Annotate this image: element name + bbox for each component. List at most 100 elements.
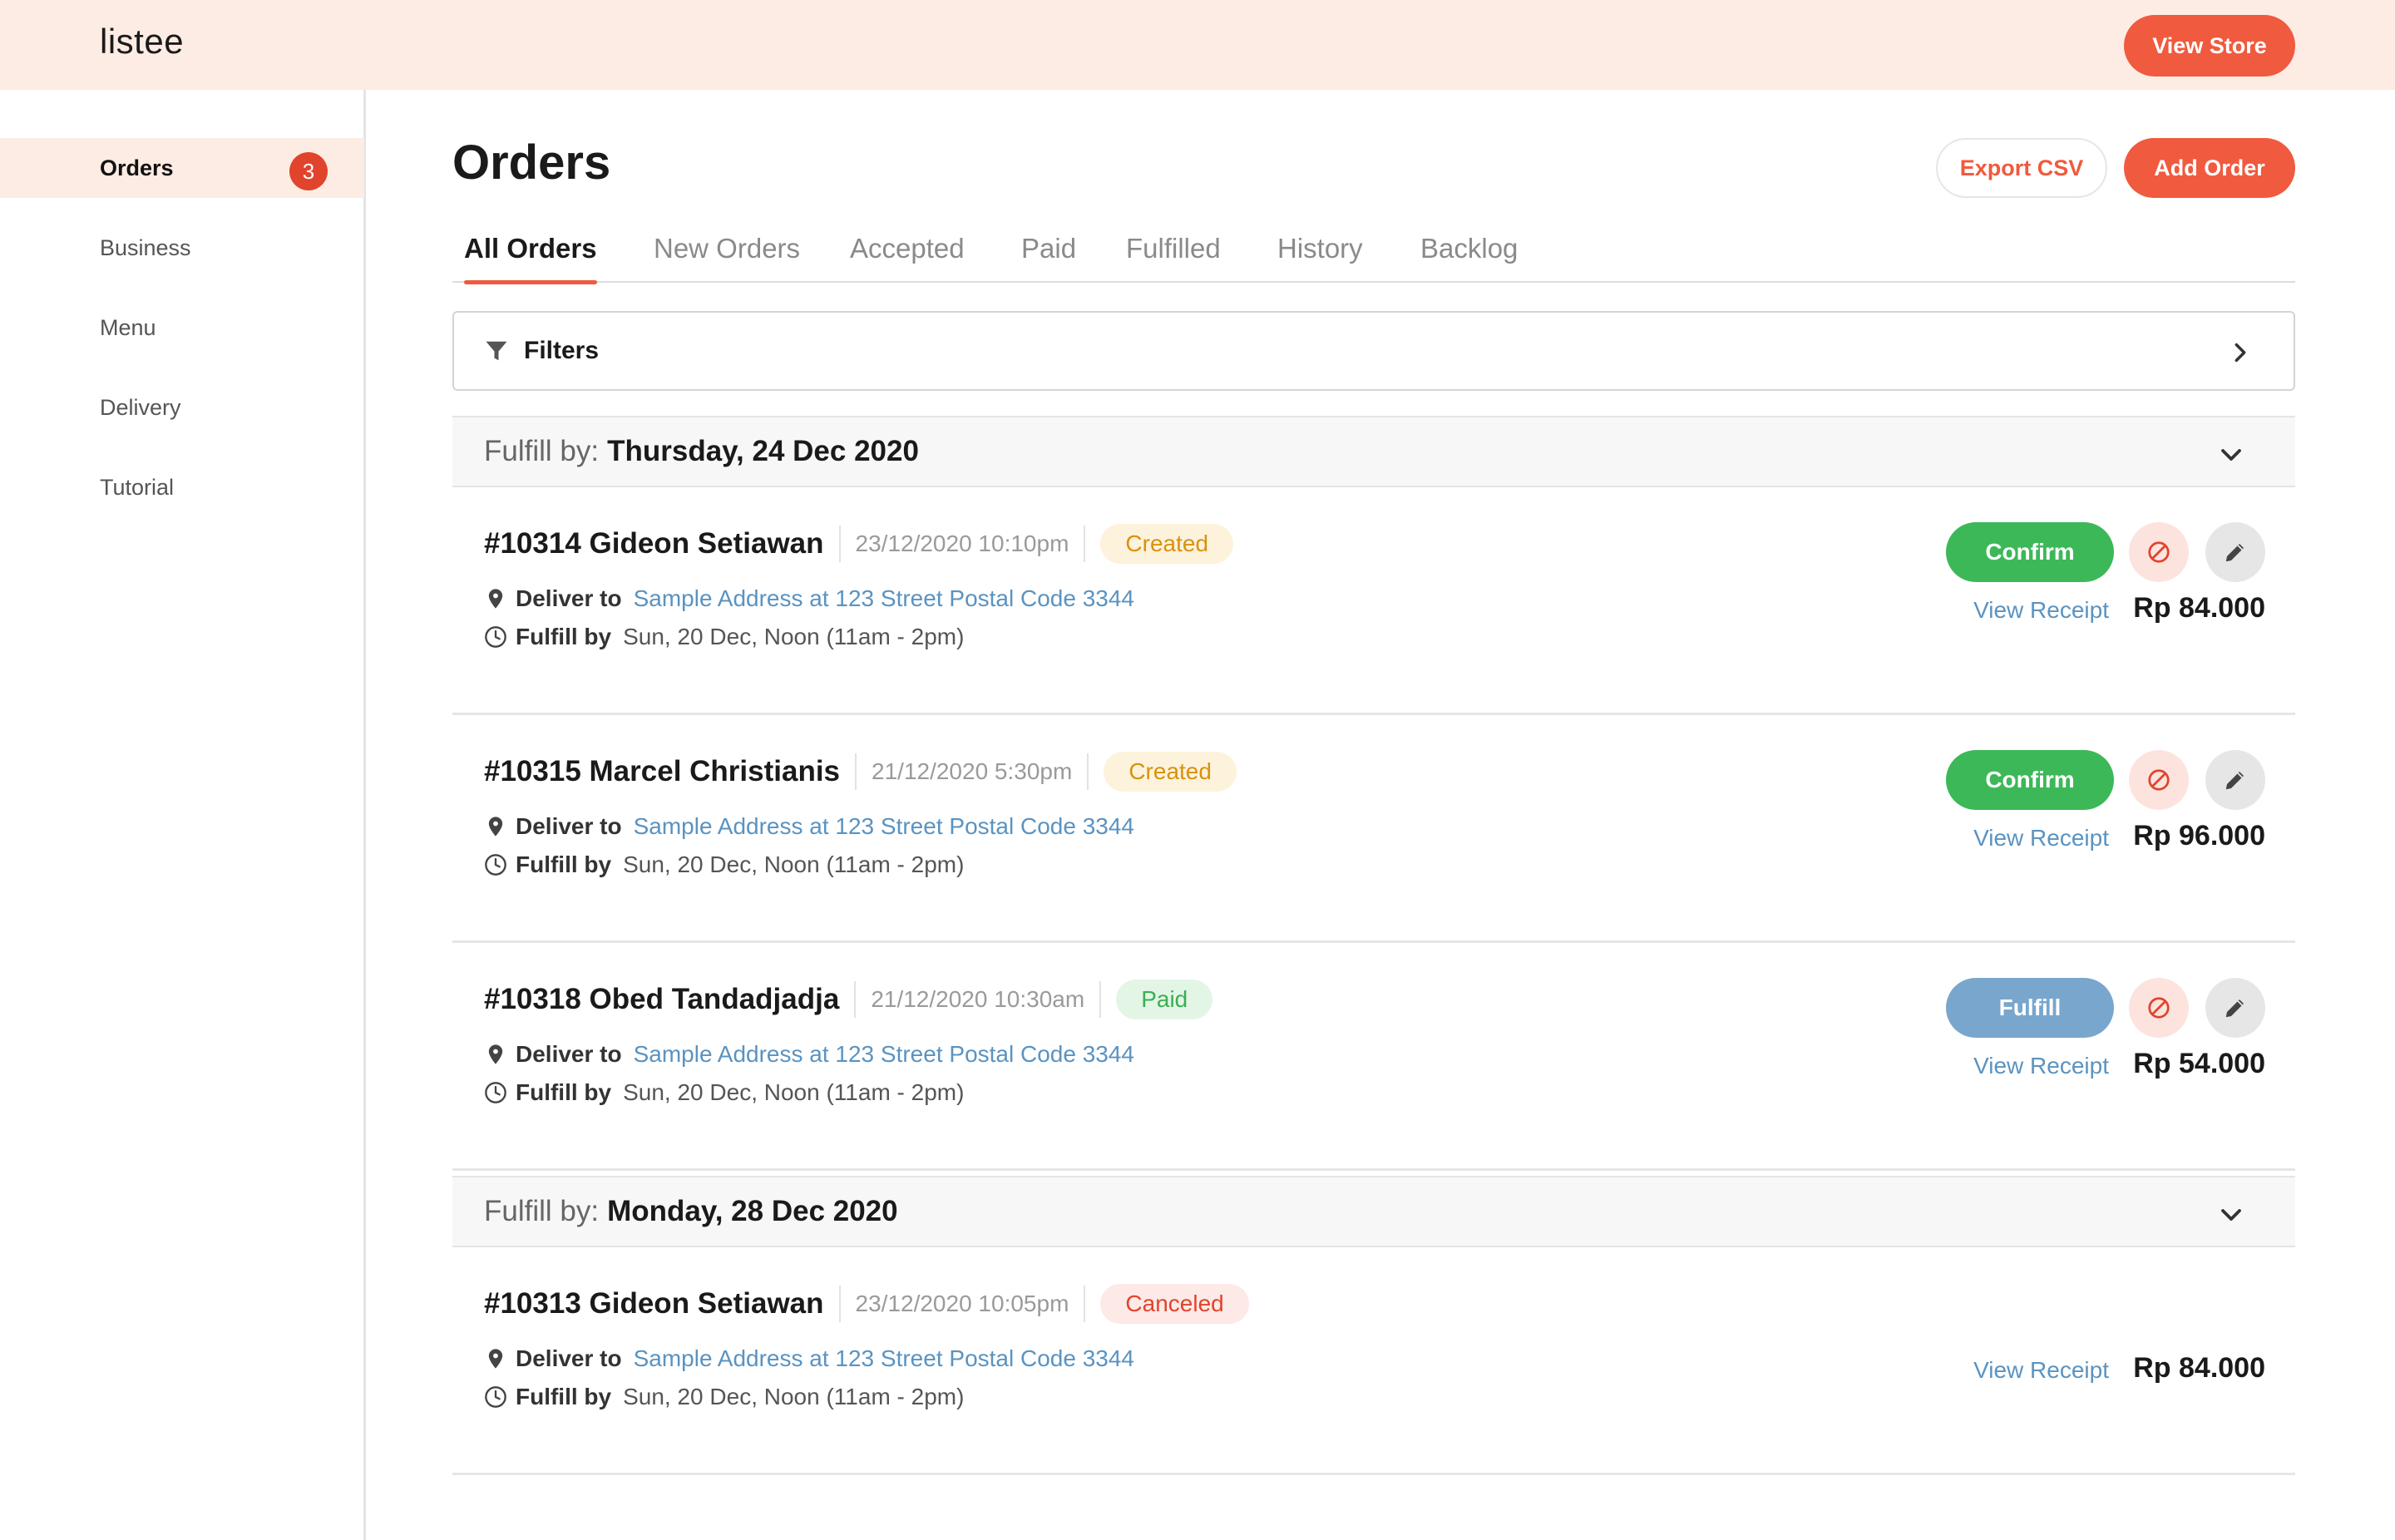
tab-paid[interactable]: Paid [1021,226,1076,283]
delivery-address-link[interactable]: Sample Address at 123 Street Postal Code… [634,813,1134,840]
view-store-button[interactable]: View Store [2124,15,2295,77]
fulfill-time: Sun, 20 Dec, Noon (11am - 2pm) [623,851,965,877]
order-card: #10314 Gideon Setiawan 23/12/2020 10:10p… [452,487,2295,715]
add-order-button[interactable]: Add Order [2124,138,2295,198]
pencil-icon [2225,1000,2244,1018]
divider [1099,981,1102,1018]
page-title: Orders [452,136,611,190]
order-price: Rp 54.000 [2133,1048,2265,1079]
confirm-button[interactable]: Confirm [1946,750,2114,810]
sidebar: Orders 3 Business Menu Delivery Tutorial [0,90,366,1540]
deliver-to-label: Deliver to [516,1041,622,1067]
order-timestamp: 21/12/2020 5:30pm [872,758,1073,784]
edit-order-button[interactable] [2205,978,2265,1038]
divider [838,1286,841,1322]
tab-all-orders[interactable]: All Orders [464,226,597,284]
tab-history[interactable]: History [1277,226,1363,283]
sidebar-item-label: Orders [100,155,174,180]
order-card: #10318 Obed Tandadjadja 21/12/2020 10:30… [452,943,2295,1171]
order-price: Rp 96.000 [2133,820,2265,851]
view-receipt-link[interactable]: View Receipt [1973,597,2109,624]
location-pin-icon [488,817,503,837]
order-title[interactable]: #10313 Gideon Setiawan [484,1287,824,1320]
location-pin-icon [488,589,503,609]
confirm-button[interactable]: Confirm [1946,522,2114,582]
status-badge: Created [1104,752,1237,792]
divider [838,526,841,562]
fulfill-by-label: Fulfill by [516,1079,612,1105]
group-date: Thursday, 24 Dec 2020 [607,435,919,467]
order-title[interactable]: #10318 Obed Tandadjadja [484,983,839,1016]
chevron-down-icon[interactable] [2219,1202,2244,1227]
divider [855,753,857,790]
divider [854,981,857,1018]
sidebar-item-label: Business [100,234,191,260]
deliver-to-label: Deliver to [516,813,622,839]
fulfill-button[interactable]: Fulfill [1946,978,2114,1038]
order-timestamp: 21/12/2020 10:30am [871,986,1085,1012]
sidebar-item-menu[interactable]: Menu [0,298,364,358]
orders-count-badge: 3 [289,152,328,190]
pencil-icon [2225,544,2244,562]
order-title[interactable]: #10315 Marcel Christianis [484,755,840,788]
sidebar-item-label: Menu [100,314,156,340]
delivery-address-link[interactable]: Sample Address at 123 Street Postal Code… [634,1041,1134,1068]
order-price: Rp 84.000 [2133,1352,2265,1384]
fulfill-time: Sun, 20 Dec, Noon (11am - 2pm) [623,624,965,649]
delivery-address-link[interactable]: Sample Address at 123 Street Postal Code… [634,1345,1134,1372]
top-bar: listee View Store [0,0,2395,90]
date-group-header[interactable]: Fulfill by: Thursday, 24 Dec 2020 [452,416,2295,487]
sidebar-item-tutorial[interactable]: Tutorial [0,457,364,517]
location-pin-icon [488,1349,503,1369]
chevron-down-icon[interactable] [2219,442,2244,467]
block-icon [2148,541,2170,563]
order-card: #10315 Marcel Christianis 21/12/2020 5:3… [452,715,2295,943]
filter-icon [486,341,507,361]
cancel-order-button[interactable] [2129,522,2189,582]
deliver-to-label: Deliver to [516,585,622,611]
clock-icon [485,1386,506,1408]
status-badge: Canceled [1100,1284,1249,1324]
group-label: Fulfill by: [484,1195,600,1227]
order-tabs: All Orders New Orders Accepted Paid Fulf… [452,226,2295,284]
sidebar-item-orders[interactable]: Orders 3 [0,138,364,198]
fulfill-time: Sun, 20 Dec, Noon (11am - 2pm) [623,1384,965,1409]
export-csv-button[interactable]: Export CSV [1936,138,2107,198]
clock-icon [485,854,506,876]
pencil-icon [2225,772,2244,790]
group-label: Fulfill by: [484,435,600,467]
deliver-to-label: Deliver to [516,1345,622,1371]
fulfill-by-label: Fulfill by [516,624,612,649]
tab-backlog[interactable]: Backlog [1420,226,1518,283]
edit-order-button[interactable] [2205,522,2265,582]
order-price: Rp 84.000 [2133,592,2265,624]
clock-icon [485,1082,506,1103]
divider [1087,753,1089,790]
order-timestamp: 23/12/2020 10:05pm [855,1291,1069,1316]
delivery-address-link[interactable]: Sample Address at 123 Street Postal Code… [634,585,1134,612]
divider [1084,526,1086,562]
filters-label: Filters [524,337,600,364]
tab-fulfilled[interactable]: Fulfilled [1126,226,1221,283]
view-receipt-link[interactable]: View Receipt [1973,825,2109,851]
chevron-right-icon[interactable] [2229,341,2252,364]
edit-order-button[interactable] [2205,750,2265,810]
status-badge: Created [1100,524,1234,564]
tab-accepted[interactable]: Accepted [850,226,965,283]
sidebar-item-label: Tutorial [100,474,175,500]
sidebar-item-delivery[interactable]: Delivery [0,378,364,437]
order-title[interactable]: #10314 Gideon Setiawan [484,527,824,560]
divider [1084,1286,1086,1322]
app-logo[interactable]: listee [100,22,184,62]
date-group-header[interactable]: Fulfill by: Monday, 28 Dec 2020 [452,1176,2295,1247]
filters-bar[interactable]: Filters [452,311,2295,391]
fulfill-time: Sun, 20 Dec, Noon (11am - 2pm) [623,1079,965,1105]
view-receipt-link[interactable]: View Receipt [1973,1053,2109,1079]
block-icon [2148,769,2170,791]
group-date: Monday, 28 Dec 2020 [607,1195,898,1227]
sidebar-item-business[interactable]: Business [0,218,364,278]
cancel-order-button[interactable] [2129,978,2189,1038]
cancel-order-button[interactable] [2129,750,2189,810]
view-receipt-link[interactable]: View Receipt [1973,1357,2109,1384]
tab-new-orders[interactable]: New Orders [654,226,800,283]
